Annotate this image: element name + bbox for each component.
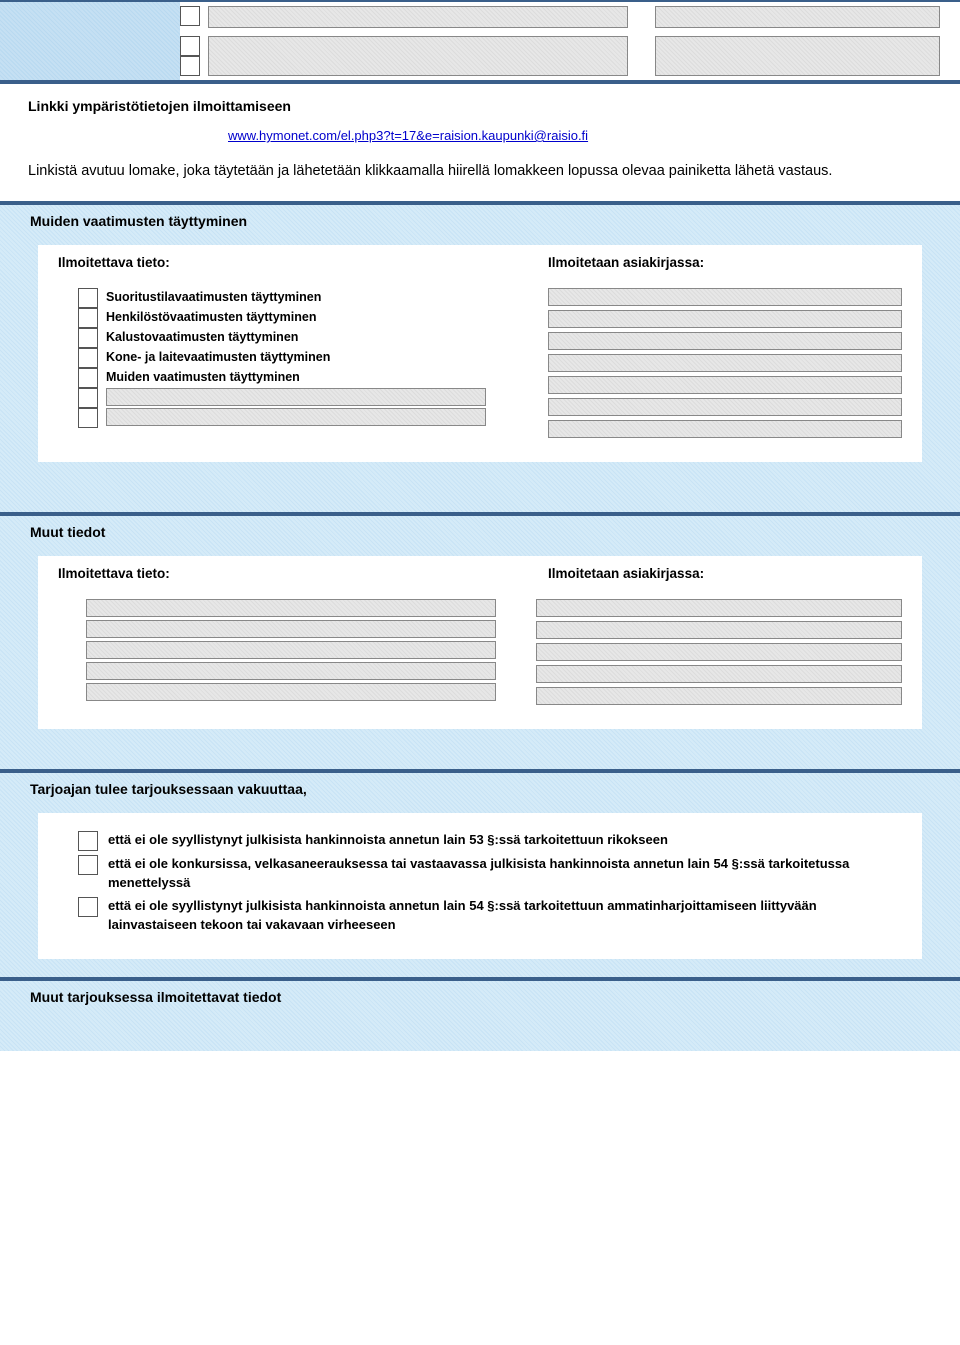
inner-box: Ilmoitettava tieto: Ilmoitetaan asiakirj… <box>38 245 922 462</box>
fill-field[interactable] <box>536 599 902 617</box>
section-header: Muut tarjouksessa ilmoitettavat tiedot <box>0 981 960 1035</box>
fill-field[interactable] <box>548 398 902 416</box>
fill-field[interactable] <box>536 643 902 661</box>
top-row-2 <box>180 32 960 80</box>
section-link: Linkki ympäristötietojen ilmoittamiseen … <box>0 82 960 203</box>
fill-field[interactable] <box>86 683 496 701</box>
section-header: Tarjoajan tulee tarjouksessaan vakuuttaa… <box>0 773 960 805</box>
fill-field[interactable] <box>548 420 902 438</box>
col-header-right: Ilmoitetaan asiakirjassa: <box>548 566 902 581</box>
fill-field[interactable] <box>208 36 628 76</box>
sidebar-stripe <box>0 2 180 80</box>
section-muut-tiedot: Muut tiedot Ilmoitettava tieto: Ilmoitet… <box>0 514 960 771</box>
requirement-label: Kalustovaatimusten täyttyminen <box>106 328 298 344</box>
checkbox[interactable] <box>78 831 98 851</box>
checkbox[interactable] <box>78 308 98 328</box>
checkbox[interactable] <box>78 897 98 917</box>
col-header-left: Ilmoitettava tieto: <box>58 255 488 270</box>
checkbox[interactable] <box>78 855 98 875</box>
assurance-list: että ei ole syyllistynyt julkisista hank… <box>38 813 922 958</box>
env-info-link[interactable]: www.hymonet.com/el.php3?t=17&e=raision.k… <box>228 128 588 143</box>
fill-field[interactable] <box>106 388 486 406</box>
fill-field[interactable] <box>536 621 902 639</box>
page: Linkki ympäristötietojen ilmoittamiseen … <box>0 0 960 1051</box>
checkbox[interactable] <box>180 36 200 56</box>
fill-field[interactable] <box>655 6 940 28</box>
assurance-text: että ei ole konkursissa, velkasaneerauks… <box>108 855 902 893</box>
fill-field[interactable] <box>548 288 902 306</box>
section-muut-tarjouksessa: Muut tarjouksessa ilmoitettavat tiedot <box>0 979 960 1051</box>
section-header: Muut tiedot <box>0 516 960 548</box>
requirement-label: Muiden vaatimusten täyttyminen <box>106 368 300 384</box>
fill-field[interactable] <box>548 354 902 372</box>
checkbox[interactable] <box>78 408 98 428</box>
col-header-right: Ilmoitetaan asiakirjassa: <box>548 255 902 270</box>
requirement-label: Suoritustilavaatimusten täyttyminen <box>106 288 321 304</box>
fill-field[interactable] <box>536 687 902 705</box>
col-header-left: Ilmoitettava tieto: <box>58 566 488 581</box>
fill-field[interactable] <box>86 620 496 638</box>
fill-field[interactable] <box>86 662 496 680</box>
fill-field[interactable] <box>86 599 496 617</box>
section-muiden-vaatimusten: Muiden vaatimusten täyttyminen Ilmoitett… <box>0 203 960 514</box>
fill-field[interactable] <box>208 6 628 28</box>
checkbox[interactable] <box>180 56 200 76</box>
top-block <box>0 0 960 82</box>
fill-field[interactable] <box>548 376 902 394</box>
fill-field[interactable] <box>548 310 902 328</box>
fill-field[interactable] <box>655 36 940 76</box>
link-paragraph: Linkistä avutuu lomake, joka täytetään j… <box>28 161 940 181</box>
section-header: Muiden vaatimusten täyttyminen <box>0 205 960 237</box>
fill-field[interactable] <box>548 332 902 350</box>
assurance-text: että ei ole syyllistynyt julkisista hank… <box>108 897 902 935</box>
checkbox[interactable] <box>78 368 98 388</box>
top-row-1 <box>180 2 960 32</box>
checkbox[interactable] <box>78 328 98 348</box>
fill-field[interactable] <box>536 665 902 683</box>
section-vakuuttaa: Tarjoajan tulee tarjouksessaan vakuuttaa… <box>0 771 960 978</box>
assurance-text: että ei ole syyllistynyt julkisista hank… <box>108 831 668 850</box>
fill-field[interactable] <box>106 408 486 426</box>
requirement-label: Kone- ja laitevaatimusten täyttyminen <box>106 348 330 364</box>
fill-field[interactable] <box>86 641 496 659</box>
checkbox[interactable] <box>78 288 98 308</box>
checkbox[interactable] <box>78 348 98 368</box>
requirement-label: Henkilöstövaatimusten täyttyminen <box>106 308 316 324</box>
checkbox[interactable] <box>180 6 200 26</box>
checkbox[interactable] <box>78 388 98 408</box>
top-content <box>180 2 960 80</box>
inner-box: Ilmoitettava tieto: Ilmoitetaan asiakirj… <box>38 556 922 729</box>
link-section-title: Linkki ympäristötietojen ilmoittamiseen <box>28 98 940 114</box>
